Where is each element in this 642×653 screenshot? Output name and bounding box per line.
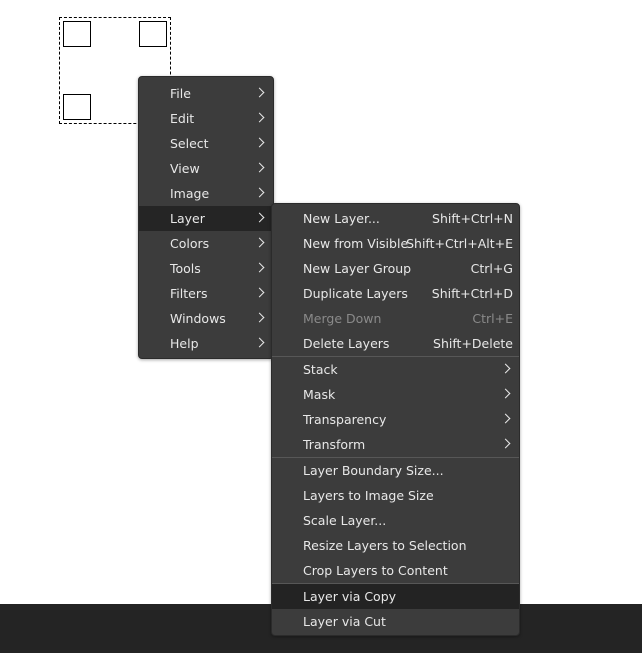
menu-item-label: Crop Layers to Content xyxy=(303,563,448,578)
menu-item-stack[interactable]: Stack xyxy=(272,357,519,382)
chevron-right-icon xyxy=(254,262,265,273)
menu-item-shortcut: Shift+Ctrl+Alt+E xyxy=(406,236,513,251)
menu-item-label: New Layer... xyxy=(303,211,380,226)
menu-item-new-layer-group[interactable]: New Layer Group Ctrl+G xyxy=(272,256,519,281)
menu-item-label: Filters xyxy=(170,286,208,301)
menu-item-new-from-visible[interactable]: New from Visible Shift+Ctrl+Alt+E xyxy=(272,231,519,256)
menu-item-resize-layers-to-selection[interactable]: Resize Layers to Selection xyxy=(272,533,519,558)
chevron-right-icon xyxy=(500,413,511,424)
layer-submenu: New Layer... Shift+Ctrl+N New from Visibl… xyxy=(271,203,520,636)
menu-item-label: Stack xyxy=(303,362,338,377)
menu-item-layer-via-cut[interactable]: Layer via Cut xyxy=(272,609,519,634)
menu-item-label: New from Visible xyxy=(303,236,409,251)
menu-item-layer-via-copy[interactable]: Layer via Copy xyxy=(272,584,519,609)
menu-item-label: Scale Layer... xyxy=(303,513,387,528)
menu-item-label: Layer Boundary Size... xyxy=(303,463,444,478)
chevron-right-icon xyxy=(254,312,265,323)
transform-handle-top-left[interactable] xyxy=(63,21,91,47)
menu-item-label: File xyxy=(170,86,191,101)
menu-item-label: Layer via Cut xyxy=(303,614,386,629)
menu-item-scale-layer[interactable]: Scale Layer... xyxy=(272,508,519,533)
chevron-right-icon xyxy=(500,363,511,374)
chevron-right-icon xyxy=(254,137,265,148)
menu-item-shortcut: Shift+Delete xyxy=(433,336,513,351)
menu-item-label: Mask xyxy=(303,387,336,402)
menu-item-colors[interactable]: Colors xyxy=(139,231,273,256)
chevron-right-icon xyxy=(254,212,265,223)
chevron-right-icon xyxy=(254,187,265,198)
menu-item-duplicate-layers[interactable]: Duplicate Layers Shift+Ctrl+D xyxy=(272,281,519,306)
menu-item-label: Layer via Copy xyxy=(303,589,397,604)
menu-item-label: Resize Layers to Selection xyxy=(303,538,467,553)
menu-item-shortcut: Shift+Ctrl+N xyxy=(432,211,513,226)
menu-item-view[interactable]: View xyxy=(139,156,273,181)
menu-item-label: Transform xyxy=(303,437,366,452)
chevron-right-icon xyxy=(500,388,511,399)
menu-item-label: Delete Layers xyxy=(303,336,390,351)
chevron-right-icon xyxy=(254,162,265,173)
menu-item-shortcut: Ctrl+G xyxy=(470,261,513,276)
chevron-right-icon xyxy=(500,438,511,449)
chevron-right-icon xyxy=(254,237,265,248)
menu-item-new-layer[interactable]: New Layer... Shift+Ctrl+N xyxy=(272,206,519,231)
menu-item-label: Tools xyxy=(170,261,201,276)
menu-item-label: Layer xyxy=(170,211,205,226)
menu-item-label: New Layer Group xyxy=(303,261,412,276)
menu-item-label: Windows xyxy=(170,311,226,326)
menu-item-file[interactable]: File xyxy=(139,81,273,106)
menu-item-layer-boundary-size[interactable]: Layer Boundary Size... xyxy=(272,458,519,483)
chevron-right-icon xyxy=(254,112,265,123)
menu-item-label: Image xyxy=(170,186,210,201)
menu-item-transparency[interactable]: Transparency xyxy=(272,407,519,432)
menu-item-windows[interactable]: Windows xyxy=(139,306,273,331)
context-menu: File Edit Select View Image Layer Colors… xyxy=(138,76,274,359)
menu-item-shortcut: Shift+Ctrl+D xyxy=(431,286,513,301)
menu-item-crop-layers-to-content[interactable]: Crop Layers to Content xyxy=(272,558,519,583)
menu-item-layers-to-image-size[interactable]: Layers to Image Size xyxy=(272,483,519,508)
transform-handle-bottom-left[interactable] xyxy=(63,94,91,120)
menu-item-label: Transparency xyxy=(303,412,387,427)
menu-item-label: Edit xyxy=(170,111,195,126)
menu-item-transform[interactable]: Transform xyxy=(272,432,519,457)
menu-item-image[interactable]: Image xyxy=(139,181,273,206)
menu-item-label: View xyxy=(170,161,200,176)
menu-item-merge-down: Merge Down Ctrl+E xyxy=(272,306,519,331)
chevron-right-icon xyxy=(254,337,265,348)
menu-item-label: Merge Down xyxy=(303,311,382,326)
menu-item-select[interactable]: Select xyxy=(139,131,273,156)
chevron-right-icon xyxy=(254,287,265,298)
menu-item-label: Colors xyxy=(170,236,210,251)
chevron-right-icon xyxy=(254,87,265,98)
menu-item-label: Layers to Image Size xyxy=(303,488,434,503)
menu-item-layer[interactable]: Layer xyxy=(139,206,273,231)
menu-item-filters[interactable]: Filters xyxy=(139,281,273,306)
menu-item-edit[interactable]: Edit xyxy=(139,106,273,131)
menu-item-help[interactable]: Help xyxy=(139,331,273,356)
menu-item-label: Help xyxy=(170,336,199,351)
menu-item-label: Select xyxy=(170,136,209,151)
menu-item-label: Duplicate Layers xyxy=(303,286,408,301)
menu-item-shortcut: Ctrl+E xyxy=(472,311,513,326)
menu-item-delete-layers[interactable]: Delete Layers Shift+Delete xyxy=(272,331,519,356)
menu-item-mask[interactable]: Mask xyxy=(272,382,519,407)
transform-handle-top-right[interactable] xyxy=(139,21,167,47)
menu-item-tools[interactable]: Tools xyxy=(139,256,273,281)
